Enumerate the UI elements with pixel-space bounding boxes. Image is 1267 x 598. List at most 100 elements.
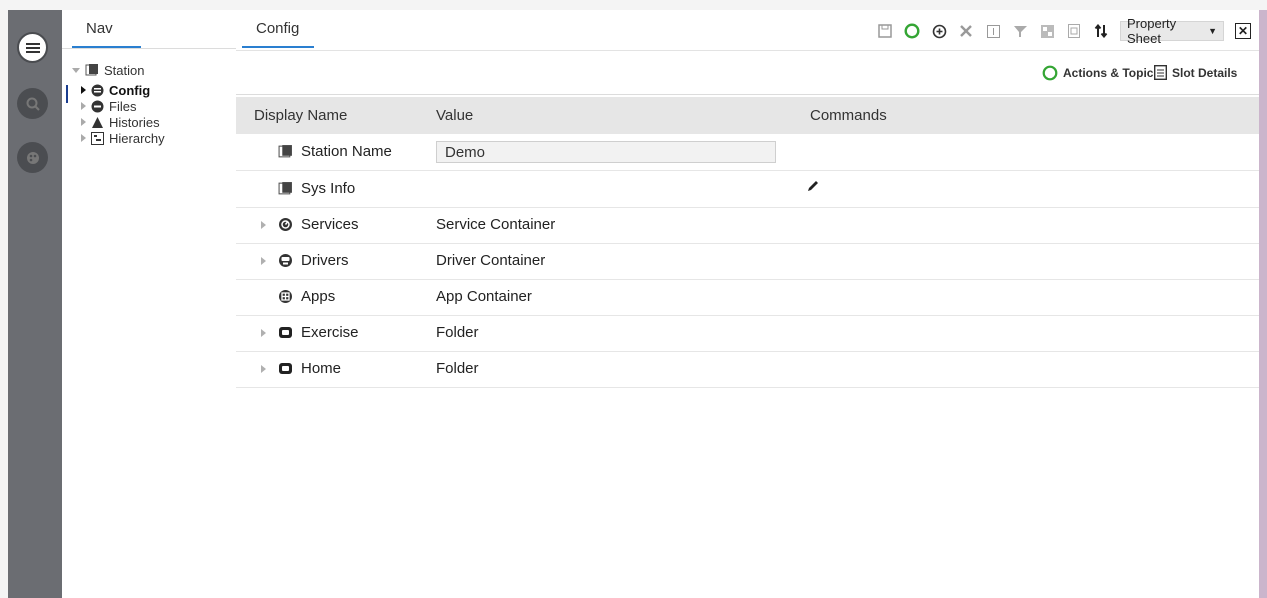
histories-icon: [92, 116, 103, 128]
table-row[interactable]: Station Name Demo: [236, 134, 1259, 171]
document-icon: [1154, 65, 1167, 80]
table-row[interactable]: Apps App Container: [236, 279, 1259, 316]
rename-icon[interactable]: [985, 23, 1001, 39]
folder-icon: [279, 327, 292, 338]
value-cell: App Container: [436, 288, 532, 305]
tree-item-station[interactable]: Station: [72, 62, 144, 78]
station-icon: [278, 145, 292, 158]
value-cell: Service Container: [436, 216, 555, 233]
table-row[interactable]: Services Service Container: [236, 207, 1259, 244]
edit-command-button[interactable]: [806, 179, 820, 193]
tree-item-label: Histories: [109, 114, 160, 130]
close-button[interactable]: ✕: [1235, 23, 1251, 39]
expand-arrow-icon[interactable]: [72, 67, 80, 73]
tree-item-files[interactable]: Files: [81, 98, 136, 114]
row-name: Drivers: [301, 252, 349, 269]
table-row[interactable]: Exercise Folder: [236, 315, 1259, 352]
row-name: Sys Info: [301, 180, 356, 197]
actions-topics-button[interactable]: Actions & Topics: [1042, 65, 1160, 81]
add-icon[interactable]: [931, 23, 947, 39]
view-select-value: Property Sheet: [1127, 16, 1177, 46]
delete-icon[interactable]: [958, 23, 974, 39]
tree-item-label: Config: [109, 82, 151, 98]
left-rail: [8, 10, 62, 598]
status-circle-icon[interactable]: [904, 23, 920, 39]
window-top-frame: [0, 0, 1267, 10]
row-value: App Container: [436, 288, 532, 305]
station-name-field[interactable]: Demo: [436, 141, 776, 163]
content-tab-bar: Config Property Sheet ▼ ✕: [236, 10, 1259, 51]
expand-arrow-icon[interactable]: [261, 329, 266, 337]
row-value: Folder: [436, 360, 479, 377]
column-header-commands[interactable]: Commands: [810, 107, 887, 124]
display-name-cell: Exercise: [278, 324, 359, 341]
column-header-value[interactable]: Value: [436, 107, 473, 124]
row-name: Station Name: [301, 143, 392, 160]
row-name: Services: [301, 216, 359, 233]
close-icon: ✕: [1237, 24, 1249, 38]
apps-icon: [279, 290, 292, 303]
slot-details-button[interactable]: Slot Details: [1154, 65, 1237, 80]
tree-item-config[interactable]: Config: [81, 82, 150, 98]
table-row[interactable]: Sys Info: [236, 171, 1259, 208]
hierarchy-icon: [91, 131, 104, 145]
table-row[interactable]: Home Folder: [236, 351, 1259, 388]
row-name: Exercise: [301, 324, 359, 341]
folder-icon: [279, 363, 292, 374]
search-icon: [26, 97, 40, 111]
expand-arrow-icon[interactable]: [81, 118, 86, 126]
expand-arrow-icon[interactable]: [261, 365, 266, 373]
value-cell: Folder: [436, 360, 479, 377]
display-name-cell: Station Name: [278, 143, 392, 160]
tab-config-label: Config: [256, 19, 300, 37]
tab-config[interactable]: Config: [242, 10, 314, 48]
palette-icon: [26, 151, 39, 164]
services-icon: [279, 218, 292, 231]
tree-item-histories[interactable]: Histories: [81, 114, 160, 130]
content-pane: Config Property Sheet ▼ ✕ Actions & Topi…: [236, 10, 1259, 598]
status-circle-icon: [1042, 65, 1058, 81]
save-icon[interactable]: [877, 23, 893, 39]
menu-button[interactable]: [17, 32, 48, 63]
pencil-icon: [808, 181, 818, 191]
search-button[interactable]: [17, 88, 48, 119]
column-header-display-name[interactable]: Display Name: [254, 107, 347, 124]
selection-indicator: [66, 85, 68, 103]
drivers-icon: [279, 254, 292, 267]
tree-item-hierarchy[interactable]: Hierarchy: [81, 130, 165, 146]
files-icon: [91, 100, 104, 112]
tab-nav-label: Nav: [86, 19, 113, 37]
tab-nav[interactable]: Nav: [72, 10, 141, 48]
tree-item-label: Hierarchy: [109, 130, 165, 146]
chevron-down-icon: ▼: [1208, 26, 1217, 36]
expand-arrow-icon[interactable]: [81, 134, 86, 142]
nav-tab-divider: [62, 48, 236, 49]
grid-icon[interactable]: [1039, 23, 1055, 39]
row-name: Home: [301, 360, 342, 377]
display-name-cell: Drivers: [278, 252, 349, 269]
nav-pane: Nav Station Config Files Histories Hiera…: [62, 10, 237, 598]
tree-item-label: Station: [104, 62, 145, 78]
expand-arrow-icon[interactable]: [81, 102, 86, 110]
station-icon: [85, 64, 98, 76]
database-icon: [91, 84, 104, 96]
document-icon[interactable]: [1066, 23, 1082, 39]
display-name-cell: Apps: [278, 288, 335, 305]
palette-button[interactable]: [17, 142, 48, 173]
expand-arrow-icon[interactable]: [261, 257, 266, 265]
sort-icon[interactable]: [1093, 23, 1109, 39]
display-name-cell: Services: [278, 216, 359, 233]
table-row[interactable]: Drivers Driver Container: [236, 243, 1259, 280]
station-icon: [278, 182, 292, 195]
menu-icon: [25, 42, 40, 53]
sub-toolbar: Actions & Topics Slot Details: [236, 51, 1259, 95]
right-edge-border: [1259, 10, 1267, 598]
expand-arrow-icon[interactable]: [81, 86, 86, 94]
expand-arrow-icon[interactable]: [261, 221, 266, 229]
filter-icon[interactable]: [1012, 23, 1028, 39]
view-select[interactable]: Property Sheet ▼: [1120, 16, 1224, 46]
actions-topics-label: Actions & Topics: [1063, 66, 1161, 80]
toolbar: Property Sheet ▼ ✕: [877, 16, 1251, 46]
display-name-cell: Sys Info: [278, 180, 355, 197]
row-value: Service Container: [436, 216, 556, 233]
